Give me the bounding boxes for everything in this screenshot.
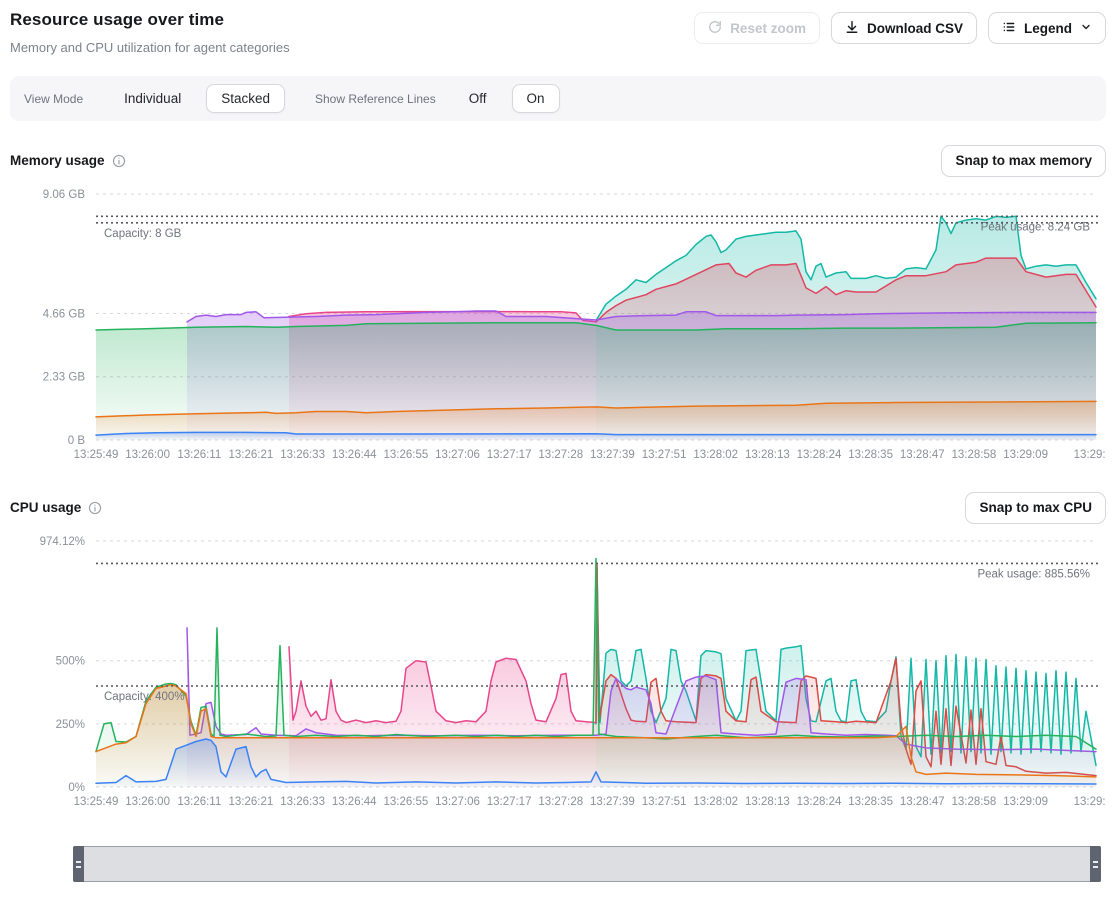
svg-text:13:28:35: 13:28:35 [848, 449, 893, 461]
view-mode-stacked[interactable]: Stacked [206, 84, 285, 113]
svg-text:13:27:06: 13:27:06 [435, 796, 480, 808]
cpu-title-row: CPU usage [10, 500, 102, 515]
legend-label: Legend [1024, 21, 1072, 36]
chart-controls-bar: View Mode Individual Stacked Show Refere… [10, 76, 1106, 121]
svg-text:13:28:02: 13:28:02 [693, 449, 738, 461]
page-subtitle: Memory and CPU utilization for agent cat… [10, 40, 290, 55]
download-csv-button[interactable]: Download CSV [831, 12, 977, 44]
view-mode-individual[interactable]: Individual [109, 84, 196, 113]
memory-title: Memory usage [10, 153, 105, 168]
svg-text:13:28:58: 13:28:58 [952, 449, 997, 461]
svg-text:13:28:13: 13:28:13 [745, 449, 790, 461]
svg-text:13:28:47: 13:28:47 [900, 796, 945, 808]
header: Resource usage over time Memory and CPU … [10, 8, 1106, 55]
svg-text:13:25:49: 13:25:49 [74, 796, 119, 808]
brush-handle-left[interactable] [73, 846, 84, 882]
svg-text:0%: 0% [68, 782, 85, 794]
snap-max-cpu-button[interactable]: Snap to max CPU [965, 492, 1106, 524]
view-mode-label: View Mode [24, 92, 83, 106]
cpu-info-icon[interactable] [88, 501, 102, 515]
brush-handle-right[interactable] [1090, 846, 1101, 882]
svg-text:13:27:51: 13:27:51 [642, 449, 687, 461]
svg-text:13:28:02: 13:28:02 [693, 796, 738, 808]
download-icon [845, 20, 859, 37]
svg-text:13:27:17: 13:27:17 [487, 796, 532, 808]
svg-text:9.06 GB: 9.06 GB [43, 189, 86, 201]
svg-text:4.66 GB: 4.66 GB [43, 309, 86, 321]
reset-zoom-label: Reset zoom [730, 21, 806, 36]
svg-text:0 B: 0 B [68, 435, 86, 447]
svg-text:Capacity: 8 GB: Capacity: 8 GB [104, 228, 182, 240]
svg-text:13:28:24: 13:28:24 [797, 796, 842, 808]
svg-text:13:27:39: 13:27:39 [590, 796, 635, 808]
svg-text:13:25:49: 13:25:49 [74, 449, 119, 461]
svg-text:13:26:21: 13:26:21 [229, 449, 274, 461]
svg-text:13:26:00: 13:26:00 [125, 449, 170, 461]
legend-list-icon [1002, 20, 1016, 37]
svg-text:13:26:33: 13:26:33 [280, 796, 325, 808]
svg-text:250%: 250% [56, 719, 85, 731]
svg-text:13:26:21: 13:26:21 [229, 796, 274, 808]
svg-text:13:28:13: 13:28:13 [745, 796, 790, 808]
svg-text:Peak usage: 885.56%: Peak usage: 885.56% [977, 568, 1090, 580]
memory-title-row: Memory usage [10, 153, 126, 168]
svg-text:13:27:39: 13:27:39 [590, 449, 635, 461]
svg-text:2.33 GB: 2.33 GB [43, 372, 86, 384]
svg-text:13:27:17: 13:27:17 [487, 449, 532, 461]
svg-text:13:26:00: 13:26:00 [125, 796, 170, 808]
reset-icon [708, 20, 722, 37]
snap-max-memory-button[interactable]: Snap to max memory [941, 145, 1106, 177]
dashboard: Resource usage over time Memory and CPU … [0, 0, 1116, 890]
memory-section-header: Memory usage Snap to max memory [10, 144, 1106, 177]
svg-text:974.12%: 974.12% [40, 536, 85, 548]
cpu-title: CPU usage [10, 500, 81, 515]
memory-chart[interactable]: 9.06 GB4.66 GB2.33 GB0 BPeak usage: 8.24… [10, 182, 1106, 468]
reference-lines-label: Show Reference Lines [315, 92, 436, 106]
download-csv-label: Download CSV [867, 21, 963, 36]
reference-lines-on[interactable]: On [512, 84, 560, 113]
svg-text:13:29:24: 13:29:24 [1074, 449, 1106, 461]
svg-text:13:27:51: 13:27:51 [642, 796, 687, 808]
svg-text:13:27:28: 13:27:28 [538, 796, 583, 808]
memory-info-icon[interactable] [112, 154, 126, 168]
page-title: Resource usage over time [10, 8, 290, 30]
header-text: Resource usage over time Memory and CPU … [10, 8, 290, 55]
svg-text:13:27:06: 13:27:06 [435, 449, 480, 461]
svg-text:13:29:09: 13:29:09 [1003, 449, 1048, 461]
svg-text:13:28:24: 13:28:24 [797, 449, 842, 461]
svg-text:13:26:44: 13:26:44 [332, 796, 377, 808]
svg-text:13:26:55: 13:26:55 [384, 449, 429, 461]
svg-text:13:28:58: 13:28:58 [952, 796, 997, 808]
svg-text:500%: 500% [56, 656, 85, 668]
svg-text:13:26:11: 13:26:11 [177, 796, 221, 808]
reference-lines-off[interactable]: Off [454, 84, 502, 113]
svg-text:13:26:33: 13:26:33 [280, 449, 325, 461]
svg-text:13:28:47: 13:28:47 [900, 449, 945, 461]
cpu-chart[interactable]: 974.12% 500% 250% 0% Peak usage: 885.56% Capa… [10, 529, 1106, 815]
time-range-brush[interactable] [73, 846, 1101, 882]
svg-text:13:26:11: 13:26:11 [177, 449, 221, 461]
cpu-section-header: CPU usage Snap to max CPU [10, 491, 1106, 524]
header-actions: Reset zoom Download CSV Legend [694, 12, 1106, 44]
reset-zoom-button[interactable]: Reset zoom [694, 12, 820, 44]
svg-text:Capacity: 400%: Capacity: 400% [104, 691, 185, 703]
legend-button[interactable]: Legend [988, 12, 1106, 44]
svg-text:13:28:35: 13:28:35 [848, 796, 893, 808]
svg-text:13:29:09: 13:29:09 [1003, 796, 1048, 808]
svg-text:13:27:28: 13:27:28 [538, 449, 583, 461]
svg-text:13:26:55: 13:26:55 [384, 796, 429, 808]
svg-text:13:26:44: 13:26:44 [332, 449, 377, 461]
chevron-down-icon [1080, 21, 1092, 36]
svg-text:13:29:24: 13:29:24 [1074, 796, 1106, 808]
